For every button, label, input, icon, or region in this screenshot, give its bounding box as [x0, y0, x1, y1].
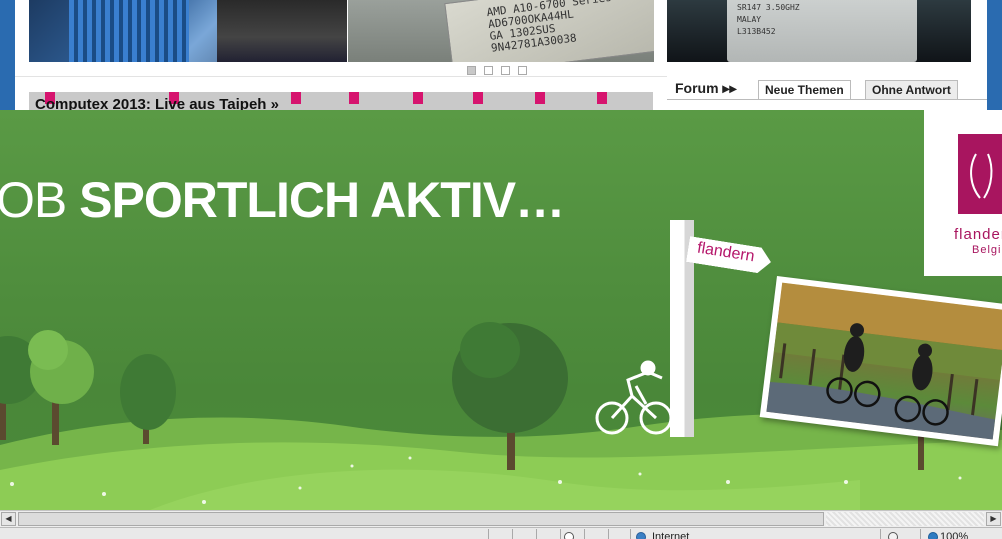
news-headline-bar: Computex 2013: Live aus Taipeh »: [29, 92, 653, 110]
status-divider: [608, 529, 609, 539]
bookmark-icon: [473, 92, 483, 104]
status-divider: [880, 529, 881, 539]
ad-headline: OB SPORTLICH AKTIV…: [0, 170, 565, 230]
cyclists-photo[interactable]: [759, 276, 1002, 447]
tab-neue-themen[interactable]: Neue Themen: [758, 80, 851, 100]
settings-icon[interactable]: [888, 532, 898, 539]
pager-dot-3[interactable]: [501, 66, 510, 75]
bookmark-icon: [535, 92, 545, 104]
pager-dot-1[interactable]: [467, 66, 476, 75]
thumbnail-intel-cpu[interactable]: SR147 3.50GHZ MALAY L313B452: [667, 0, 971, 62]
security-zone-label: Internet: [652, 531, 690, 539]
status-divider: [488, 529, 489, 539]
board-image: [217, 0, 347, 62]
intel-chip-text: SR147 3.50GHZ MALAY L313B452: [737, 3, 800, 36]
scrollbar-track[interactable]: [826, 512, 984, 526]
cyclist-icon: [595, 360, 673, 435]
tab-ohne-antwort[interactable]: Ohne Antwort: [865, 80, 958, 100]
bookmark-icon: [413, 92, 423, 104]
forum-label[interactable]: Forum ▸▸: [675, 80, 737, 97]
internet-zone-icon: [636, 532, 646, 539]
logo-subtitle: Belgien: [972, 244, 1002, 256]
status-divider: [584, 529, 585, 539]
forum-divider: [667, 99, 987, 100]
scroll-right-icon[interactable]: ▶: [986, 512, 1001, 526]
bookmark-icon: [597, 92, 607, 104]
amd-chip-image: AMD A10-6700 Series AD6700OKA44HL GA 130…: [444, 0, 654, 62]
divider: [15, 76, 667, 77]
thumbnail-amd-cpu[interactable]: AMD A10-6700 Series AD6700OKA44HL GA 130…: [348, 0, 654, 62]
tree-icon: [28, 330, 94, 445]
news-title-link[interactable]: Computex 2013: Live aus Taipeh »: [35, 96, 279, 110]
pager-dot-2[interactable]: [484, 66, 493, 75]
bookmark-icon: [291, 92, 301, 104]
headline-prefix: OB: [0, 172, 67, 228]
thumbnail-mainboard[interactable]: [29, 0, 347, 62]
zoom-icon[interactable]: [928, 532, 938, 539]
page-content: AMD A10-6700 Series AD6700OKA44HL GA 130…: [15, 0, 987, 110]
intel-chip-image: SR147 3.50GHZ MALAY L313B452: [727, 0, 917, 62]
flandern-ad-overlay[interactable]: OB SPORTLICH AKTIV… flandern flande Belg…: [0, 110, 1002, 510]
bookmark-icon: [349, 92, 359, 104]
logo-name: flandern: [954, 226, 1002, 243]
web-page: AMD A10-6700 Series AD6700OKA44HL GA 130…: [0, 0, 1002, 110]
scrollbar-thumb[interactable]: [18, 512, 824, 526]
pager-dot-4[interactable]: [518, 66, 527, 75]
status-divider: [630, 529, 631, 539]
horizontal-scrollbar[interactable]: ◀ ▶: [0, 510, 1002, 527]
status-divider: [560, 529, 561, 539]
headline-main: SPORTLICH AKTIV…: [79, 172, 565, 228]
protected-mode-icon[interactable]: [564, 532, 574, 539]
slider-pager: [467, 66, 527, 75]
cyclists-image: [766, 282, 1002, 440]
flandern-logo-icon: [958, 134, 1002, 214]
status-divider: [536, 529, 537, 539]
status-divider: [920, 529, 921, 539]
zoom-level[interactable]: 100%: [940, 531, 968, 539]
scroll-left-icon[interactable]: ◀: [1, 512, 16, 526]
status-divider: [512, 529, 513, 539]
flandern-logo[interactable]: flandern Belgien: [924, 110, 1002, 276]
heatsink-image: [69, 0, 189, 62]
amd-chip-text: AMD A10-6700 Series AD6700OKA44HL GA 130…: [485, 0, 612, 55]
status-bar: Internet 100%: [0, 527, 1002, 539]
